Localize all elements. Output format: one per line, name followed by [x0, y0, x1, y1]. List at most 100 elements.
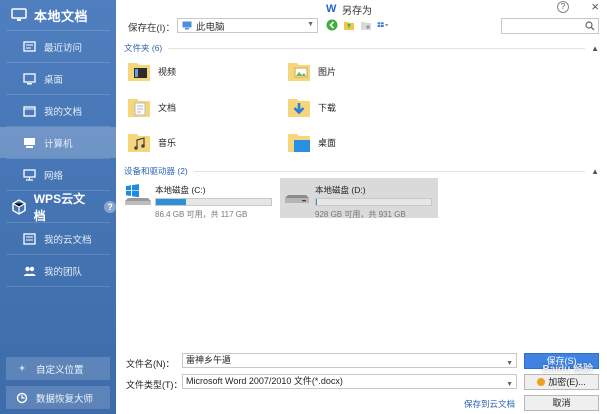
wps-cloud-icon	[10, 198, 28, 216]
folder-desktop[interactable]: 桌面	[286, 129, 336, 155]
local-docs-header[interactable]: 本地文档	[0, 0, 116, 30]
view-menu-icon[interactable]	[377, 19, 389, 31]
sidebar-item-computer[interactable]: 计算机	[0, 127, 116, 158]
chevron-down-icon[interactable]: ▼	[506, 378, 513, 391]
drive-name: 本地磁盘 (C:)	[155, 185, 206, 195]
folder-label: 桌面	[318, 137, 337, 148]
divider	[6, 286, 110, 287]
drive-usage-bar	[155, 198, 272, 206]
window-title-text: 另存为	[342, 6, 372, 17]
monitor-icon	[10, 6, 28, 24]
sidebar-item-recent[interactable]: 最近访问	[0, 31, 116, 62]
data-recovery-label: 数据恢复大师	[36, 393, 94, 405]
folder-label: 音乐	[158, 137, 177, 148]
chevron-down-icon: ▼	[307, 21, 314, 28]
up-folder-icon[interactable]	[343, 19, 355, 31]
folder-videos[interactable]: 视频	[126, 58, 176, 84]
sidebar-item-label: 最近访问	[44, 42, 83, 54]
folder-music[interactable]: 音乐	[126, 129, 176, 155]
save-to-cloud-link[interactable]: 保存到云文档	[464, 398, 515, 410]
downloads-folder-icon	[286, 94, 312, 120]
back-icon[interactable]	[326, 19, 338, 31]
folders-section-header[interactable]: 文件夹 (6) ▲	[124, 42, 599, 54]
sidebar-item-label: 我的文档	[44, 106, 83, 118]
folder-label: 文档	[158, 102, 177, 113]
collapse-icon[interactable]: ▲	[591, 167, 599, 176]
wps-cloud-title: WPS云文档	[33, 191, 86, 223]
help-icon[interactable]: ?	[104, 200, 116, 213]
sidebar-item-documents[interactable]: 我的文档	[0, 95, 116, 126]
watermark: Baidu 经验	[542, 364, 593, 375]
custom-location-button[interactable]: + 自定义位置	[6, 357, 110, 380]
windows-drive-icon	[123, 183, 151, 209]
recovery-icon	[16, 392, 28, 404]
network-icon	[22, 168, 36, 182]
drive-usage-bar	[315, 198, 432, 206]
local-docs-title: 本地文档	[34, 8, 89, 24]
wps-writer-logo-icon: W	[326, 3, 337, 15]
documents-icon	[22, 104, 36, 118]
encrypt-label: 加密(E)...	[548, 377, 586, 387]
folder-label: 下载	[318, 102, 337, 113]
file-browser: 文件夹 (6) ▲ 视频 图片 文档 下载 音乐 桌面 设备和驱动器 (2) ▲…	[116, 38, 607, 338]
sidebar-item-label: 我的团队	[44, 266, 83, 278]
close-icon[interactable]: ×	[591, 0, 599, 14]
encrypt-button[interactable]: 加密(E)...	[524, 374, 599, 390]
documents-folder-icon	[126, 94, 152, 120]
location-bar: 保存在(I)： 此电脑 ▼	[116, 16, 607, 38]
toolbar	[326, 19, 389, 31]
sidebar: 本地文档 最近访问 桌面 我的文档 计算机 网络 WPS云文档 ? 我的云文档 …	[0, 0, 116, 414]
plus-icon: +	[19, 363, 25, 374]
video-folder-icon	[126, 58, 152, 84]
drive-info: 本地磁盘 (D:) 928 GB 可用，共 931 GB	[315, 184, 432, 220]
search-icon	[585, 21, 595, 31]
sidebar-item-label: 桌面	[44, 74, 64, 86]
folder-label: 图片	[318, 66, 337, 77]
folder-downloads[interactable]: 下载	[286, 94, 336, 120]
cancel-button[interactable]: 取消	[524, 395, 599, 411]
hard-drive-icon	[283, 183, 311, 209]
music-folder-icon	[126, 129, 152, 155]
save-in-value: 此电脑	[196, 21, 225, 33]
folder-pictures[interactable]: 图片	[286, 58, 336, 84]
drive-free-space: 928 GB 可用，共 931 GB	[315, 210, 406, 219]
folder-documents[interactable]: 文档	[126, 94, 176, 120]
team-icon	[22, 264, 36, 278]
drive-info: 本地磁盘 (C:) 86.4 GB 可用，共 117 GB	[155, 184, 272, 220]
search-input[interactable]	[501, 18, 599, 34]
sidebar-item-my-team[interactable]: 我的团队	[0, 255, 116, 286]
filetype-value: Microsoft Word 2007/2010 文件(*.docx)	[186, 376, 343, 386]
sidebar-item-network[interactable]: 网络	[0, 159, 116, 190]
drive-usage-fill	[156, 199, 186, 205]
sidebar-item-label: 计算机	[44, 138, 73, 150]
wps-cloud-header[interactable]: WPS云文档 ?	[0, 191, 116, 223]
data-recovery-button[interactable]: 数据恢复大师	[6, 386, 110, 409]
sidebar-item-desktop[interactable]: 桌面	[0, 63, 116, 94]
help-icon[interactable]: ?	[557, 1, 569, 13]
sidebar-item-label: 网络	[44, 170, 64, 182]
divider	[193, 170, 586, 172]
filetype-select[interactable]: Microsoft Word 2007/2010 文件(*.docx) ▼	[182, 374, 517, 389]
lock-icon	[537, 378, 546, 386]
drive-d[interactable]: 本地磁盘 (D:) 928 GB 可用，共 931 GB	[280, 178, 438, 220]
sidebar-item-my-cloud-docs[interactable]: 我的云文档	[0, 223, 116, 254]
window-title: W 另存为	[326, 2, 372, 18]
devices-section-header[interactable]: 设备和驱动器 (2) ▲	[124, 165, 599, 177]
collapse-icon[interactable]: ▲	[591, 44, 599, 53]
drive-free-space: 86.4 GB 可用，共 117 GB	[155, 210, 248, 219]
chevron-down-icon[interactable]: ▼	[506, 357, 513, 370]
drive-name: 本地磁盘 (D:)	[315, 185, 366, 195]
filename-input[interactable]: 雷神乡午遁 ▼	[182, 353, 517, 368]
new-folder-icon[interactable]	[360, 19, 372, 31]
recent-icon	[22, 40, 36, 54]
save-in-dropdown[interactable]: 此电脑 ▼	[177, 18, 318, 33]
cloud-doc-icon	[22, 232, 36, 246]
filename-value: 雷神乡午遁	[186, 355, 232, 365]
drive-c[interactable]: 本地磁盘 (C:) 86.4 GB 可用，共 117 GB	[120, 178, 278, 220]
devices-section-title: 设备和驱动器 (2)	[124, 166, 188, 176]
save-in-label: 保存在(I)：	[128, 23, 175, 34]
folders-section-title: 文件夹 (6)	[124, 43, 163, 53]
desktop-icon	[22, 72, 36, 86]
divider	[168, 47, 586, 49]
folder-label: 视频	[158, 66, 177, 77]
